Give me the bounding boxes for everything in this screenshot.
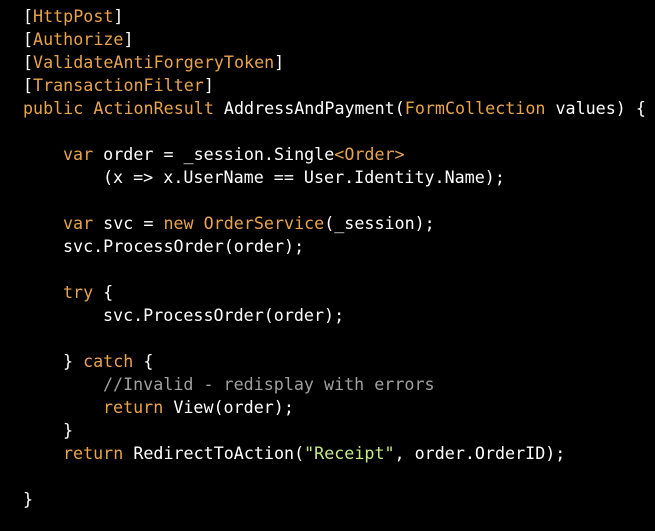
code-token-default-text: } bbox=[23, 489, 34, 509]
code-token-type: Authorize bbox=[33, 29, 124, 49]
code-line: return View(order); bbox=[23, 396, 655, 419]
code-token-keyword: public bbox=[23, 98, 84, 118]
code-block: [HttpPost] [Authorize] [ValidateAntiForger… bbox=[0, 0, 655, 531]
code-line: var order = _session.Single<Order> bbox=[23, 143, 655, 166]
code-token-default-text: [ bbox=[23, 75, 34, 95]
code-token-default-text: AddressAndPayment( bbox=[213, 98, 405, 118]
code-line: [Authorize] bbox=[23, 28, 655, 51]
code-token-default-text: ] bbox=[113, 6, 124, 26]
code-line: (x => x.UserName == User.Identity.Name); bbox=[23, 166, 655, 189]
code-line: //Invalid - redisplay with errors bbox=[23, 373, 655, 396]
code-token-default-text: (x => x.UserName == User.Identity.Name); bbox=[103, 167, 505, 187]
code-line: svc.ProcessOrder(order); bbox=[23, 235, 655, 258]
code-token-type: TransactionFilter bbox=[33, 75, 204, 95]
code-token-default-text: } bbox=[63, 420, 74, 440]
code-token-default-text: svc.ProcessOrder(order); bbox=[103, 305, 345, 325]
code-token-default-text: values) { bbox=[545, 98, 646, 118]
code-token-default-text bbox=[83, 98, 93, 118]
code-token-default-text: { bbox=[93, 282, 114, 302]
code-line: try { bbox=[23, 281, 655, 304]
code-line: return RedirectToAction("Receipt", order… bbox=[23, 442, 655, 465]
code-token-default-text: ] bbox=[123, 29, 134, 49]
code-line: } catch { bbox=[23, 350, 655, 373]
code-token-default-text: [ bbox=[23, 29, 34, 49]
code-token-type: ActionResult bbox=[93, 98, 214, 118]
code-token-keyword: try bbox=[63, 282, 94, 302]
code-line: [TransactionFilter] bbox=[23, 74, 655, 97]
code-token-default-text: (_session); bbox=[324, 213, 435, 233]
code-line: svc.ProcessOrder(order); bbox=[23, 304, 655, 327]
code-line: var svc = new OrderService(_session); bbox=[23, 212, 655, 235]
code-line: [HttpPost] bbox=[23, 5, 655, 28]
code-token-type: ValidateAntiForgeryToken bbox=[33, 52, 275, 72]
code-token-type: HttpPost bbox=[33, 6, 114, 26]
code-token-default-text: [ bbox=[23, 52, 34, 72]
code-token-keyword: > bbox=[394, 144, 405, 164]
code-line: public ActionResult AddressAndPayment(Fo… bbox=[23, 97, 655, 120]
code-token-default-text: [ bbox=[23, 6, 34, 26]
code-token-default-text: ] bbox=[203, 75, 214, 95]
code-token-default-text bbox=[194, 213, 204, 233]
code-token-comment: //Invalid - redisplay with errors bbox=[103, 374, 435, 394]
code-token-type: OrderService bbox=[203, 213, 325, 233]
code-token-default-text: { bbox=[133, 351, 154, 371]
code-token-type: FormCollection bbox=[404, 98, 546, 118]
code-token-keyword: < bbox=[334, 144, 345, 164]
code-token-keyword: return bbox=[63, 443, 124, 463]
code-token-default-text: order = _session.Single bbox=[93, 144, 335, 164]
code-line: } bbox=[23, 419, 655, 442]
code-token-default-text: View(order); bbox=[163, 397, 294, 417]
code-line: } bbox=[23, 488, 655, 511]
code-token-keyword: var bbox=[63, 144, 94, 164]
code-token-default-text: } bbox=[63, 351, 84, 371]
code-token-type: Order bbox=[344, 144, 395, 164]
code-token-keyword: new bbox=[163, 213, 194, 233]
code-token-keyword: return bbox=[103, 397, 164, 417]
code-token-default-text: svc = bbox=[93, 213, 164, 233]
code-token-string: "Receipt" bbox=[304, 443, 395, 463]
code-token-keyword: catch bbox=[83, 351, 134, 371]
code-token-default-text: RedirectToAction( bbox=[123, 443, 305, 463]
code-token-default-text: ] bbox=[274, 52, 285, 72]
code-line: [ValidateAntiForgeryToken] bbox=[23, 51, 655, 74]
code-token-keyword: var bbox=[63, 213, 94, 233]
code-token-default-text: svc.ProcessOrder(order); bbox=[63, 236, 305, 256]
code-token-default-text: , order.OrderID); bbox=[394, 443, 566, 463]
